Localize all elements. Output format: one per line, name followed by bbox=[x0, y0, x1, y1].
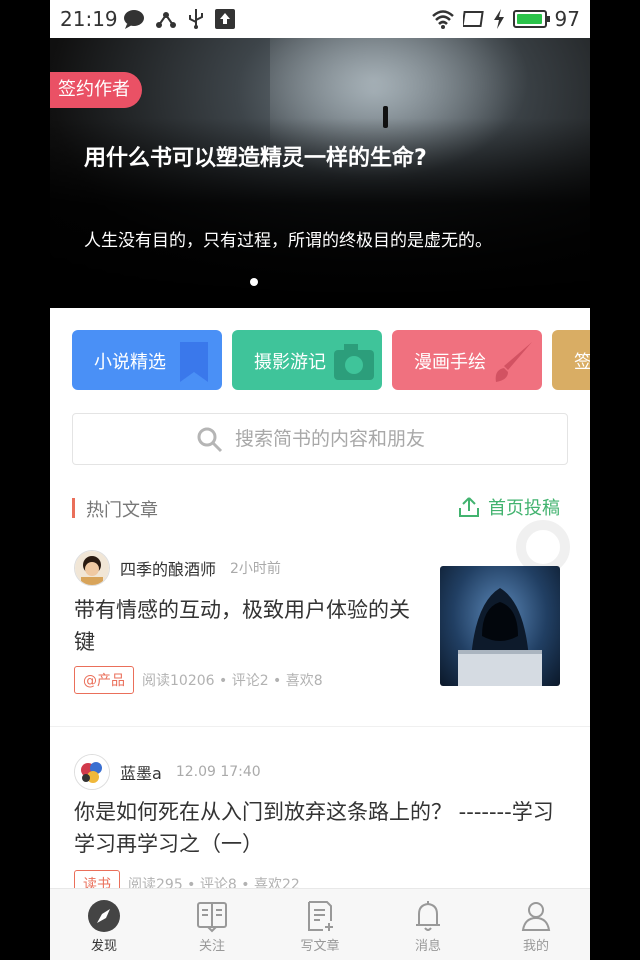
battery-percent: 97 bbox=[554, 7, 580, 31]
app-screen: 21:19 97 签约作者 用什么书可以塑造精灵一样的生命? 人生没有目的，只有… bbox=[50, 0, 590, 960]
upload-icon bbox=[215, 9, 235, 29]
category-label: 漫画手绘 bbox=[414, 352, 486, 373]
carousel-dots bbox=[250, 278, 258, 286]
author-name[interactable]: 蓝墨a bbox=[120, 760, 162, 784]
chat-icon bbox=[124, 10, 144, 29]
compass-icon bbox=[88, 900, 120, 932]
article-author[interactable]: 四季的酿酒师 2小时前 bbox=[74, 550, 281, 586]
article-divider bbox=[50, 726, 590, 727]
category-photo-travel[interactable]: 摄影游记 bbox=[232, 330, 382, 390]
share-network-icon bbox=[156, 12, 176, 28]
usb-icon bbox=[189, 9, 203, 29]
article-title[interactable]: 你是如何死在从入门到放弃这条路上的？ -------学习学习再学习之（一） bbox=[74, 796, 564, 860]
tab-label: 消息 bbox=[414, 939, 441, 954]
screen-cast-icon bbox=[462, 11, 484, 27]
post-time: 12.09 17:40 bbox=[175, 764, 261, 780]
tab-following[interactable]: 关注 bbox=[158, 889, 266, 960]
status-time: 21:19 bbox=[60, 7, 118, 31]
category-row: 小说精选 摄影游记 漫画手绘 签 bbox=[72, 330, 590, 390]
person-icon bbox=[521, 902, 551, 931]
hacker-image bbox=[458, 588, 542, 686]
status-notification-icons bbox=[123, 9, 235, 29]
category-label: 签 bbox=[574, 352, 590, 373]
brush-icon bbox=[495, 342, 532, 382]
topic-tag[interactable]: @产品 bbox=[74, 666, 134, 694]
bottom-tab-bar: 发现 关注 写文章 消息 我的 bbox=[50, 888, 590, 960]
category-label: 小说精选 bbox=[94, 352, 166, 373]
hot-articles-header: 热门文章 首页投稿 bbox=[72, 494, 566, 524]
avatar-image bbox=[75, 755, 109, 789]
article-card[interactable]: 四季的酿酒师 2小时前 带有情感的互动，极致用户体验的关键 @产品 阅读1020… bbox=[50, 548, 590, 728]
tab-label: 关注 bbox=[198, 939, 225, 954]
book-open-icon bbox=[197, 902, 227, 933]
avatar[interactable] bbox=[74, 550, 110, 586]
category-comic-drawing[interactable]: 漫画手绘 bbox=[392, 330, 542, 390]
tab-discover[interactable]: 发现 bbox=[50, 889, 158, 960]
bookmark-icon bbox=[180, 342, 208, 382]
banner-carousel[interactable]: 签约作者 用什么书可以塑造精灵一样的生命? 人生没有目的，只有过程，所谓的终极目… bbox=[50, 38, 590, 308]
author-name[interactable]: 四季的酿酒师 bbox=[120, 556, 216, 580]
homepage-submit-button[interactable]: 首页投稿 bbox=[458, 494, 560, 520]
tab-label: 写文章 bbox=[300, 939, 340, 954]
article-stats: 阅读10206 • 评论2 • 喜欢8 bbox=[142, 673, 323, 689]
camera-icon bbox=[334, 344, 374, 380]
signed-author-badge: 签约作者 bbox=[50, 72, 142, 108]
post-time: 2小时前 bbox=[230, 561, 281, 577]
tab-write[interactable]: 写文章 bbox=[266, 889, 374, 960]
upload-tray-icon bbox=[459, 497, 479, 517]
battery-fill bbox=[516, 14, 542, 24]
category-sign[interactable]: 签 bbox=[552, 330, 590, 390]
search-box[interactable] bbox=[72, 413, 568, 465]
avatar[interactable] bbox=[74, 754, 110, 790]
tab-label: 发现 bbox=[90, 939, 117, 954]
status-right: 97 bbox=[431, 7, 580, 31]
carousel-dot-active[interactable] bbox=[250, 278, 258, 286]
category-label: 摄影游记 bbox=[254, 352, 326, 373]
section-title: 热门文章 bbox=[86, 500, 158, 521]
homepage-submit-label: 首页投稿 bbox=[488, 498, 560, 519]
article-meta: @产品 阅读10206 • 评论2 • 喜欢8 bbox=[74, 666, 323, 694]
section-accent-bar bbox=[72, 498, 75, 518]
article-author[interactable]: 蓝墨a 12.09 17:40 bbox=[74, 754, 261, 790]
article-title[interactable]: 带有情感的互动，极致用户体验的关键 bbox=[74, 594, 424, 658]
search-icon bbox=[197, 427, 223, 453]
battery-icon bbox=[512, 10, 550, 28]
wifi-icon bbox=[431, 10, 454, 29]
banner-title[interactable]: 用什么书可以塑造精灵一样的生命? bbox=[84, 142, 444, 176]
write-icon bbox=[308, 901, 333, 931]
avatar-image bbox=[75, 551, 109, 585]
tab-label: 我的 bbox=[522, 939, 549, 954]
tab-messages[interactable]: 消息 bbox=[374, 889, 482, 960]
tab-mine[interactable]: 我的 bbox=[482, 889, 590, 960]
status-bar: 21:19 97 bbox=[50, 0, 590, 38]
search-input[interactable] bbox=[233, 422, 557, 456]
article-thumbnail[interactable] bbox=[440, 566, 560, 686]
banner-subtitle: 人生没有目的，只有过程，所谓的终极目的是虚无的。 bbox=[84, 231, 492, 251]
charging-icon bbox=[493, 9, 504, 29]
bell-icon bbox=[416, 901, 440, 931]
article-card[interactable]: 蓝墨a 12.09 17:40 你是如何死在从入门到放弃这条路上的？ -----… bbox=[50, 754, 590, 898]
category-novel[interactable]: 小说精选 bbox=[72, 330, 222, 390]
